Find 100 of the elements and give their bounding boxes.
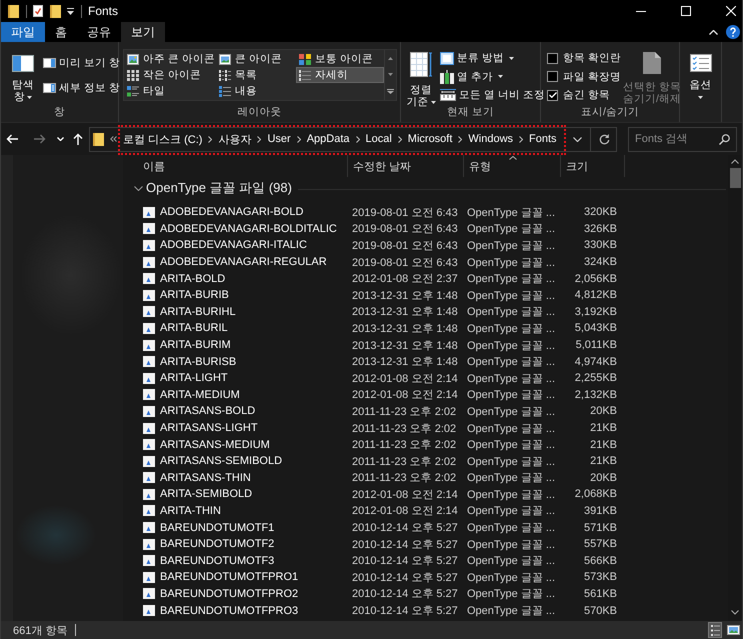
back-arrow-icon[interactable] bbox=[6, 134, 18, 144]
add-columns-button[interactable]: 열 추가 bbox=[440, 68, 545, 84]
preview-pane-button[interactable]: 미리 보기 창 bbox=[43, 55, 120, 71]
scroll-down-icon[interactable] bbox=[388, 72, 393, 76]
checkbox[interactable] bbox=[547, 71, 558, 82]
chevron-right-icon[interactable] bbox=[257, 136, 262, 142]
layout-option[interactable]: 보통 아이콘 bbox=[296, 51, 384, 67]
size-columns-button[interactable]: 모든 열 너비 조정 bbox=[440, 87, 545, 103]
minimize-icon[interactable] bbox=[636, 10, 646, 12]
ribbon-tab[interactable]: 홈 bbox=[45, 22, 77, 42]
file-name[interactable]: ARITASANS-SEMIBOLD bbox=[137, 455, 348, 468]
file-name[interactable]: ARITA-BURISB bbox=[137, 356, 348, 368]
file-name[interactable]: ADOBEDEVANAGARI-BOLD bbox=[137, 206, 348, 218]
file-name[interactable]: BAREUNDOTUMOTFPRO3 bbox=[137, 604, 348, 617]
checkbox[interactable] bbox=[547, 90, 558, 100]
checkbox-label[interactable]: 숨긴 항목 bbox=[563, 88, 610, 102]
chevron-right-icon[interactable] bbox=[208, 136, 212, 142]
breadcrumb[interactable]: 로컬 디스크 (C:) bbox=[123, 132, 202, 146]
file-name[interactable]: BAREUNDOTUMOTF2 bbox=[137, 538, 348, 550]
file-name[interactable]: ADOBEDEVANAGARI-REGULAR bbox=[137, 256, 348, 268]
layout-option[interactable]: 작은 아이콘 bbox=[124, 67, 216, 83]
file-name[interactable]: ARITA-BURIL bbox=[137, 322, 348, 334]
file-name[interactable]: ARITA-BOLD bbox=[137, 272, 348, 285]
chevron-down-icon[interactable] bbox=[134, 186, 143, 190]
layout-option[interactable]: 아주 큰 아이콘 bbox=[124, 51, 216, 67]
customize-dropdown-icon[interactable] bbox=[67, 8, 74, 14]
folder-icon[interactable] bbox=[50, 4, 61, 18]
file-name[interactable]: ARITASANS-MEDIUM bbox=[137, 438, 348, 451]
breadcrumb[interactable]: Microsoft bbox=[408, 133, 452, 145]
file-name[interactable]: BAREUNDOTUMOTF1 bbox=[137, 522, 348, 534]
file-name[interactable]: ARITASANS-LIGHT bbox=[137, 422, 348, 434]
file-name[interactable]: ARITA-THIN bbox=[137, 504, 348, 517]
folder-icon[interactable] bbox=[8, 4, 19, 18]
file-name[interactable]: ARITA-BURIM bbox=[137, 339, 348, 352]
layout-option[interactable]: 타일 bbox=[124, 83, 216, 99]
group-by-button[interactable]: 분류 방법 bbox=[440, 50, 545, 66]
column-header[interactable]: 수정한 날짜 bbox=[348, 155, 464, 177]
help-icon[interactable] bbox=[726, 25, 740, 39]
properties-icon[interactable] bbox=[33, 5, 43, 17]
chevron-right-icon[interactable] bbox=[296, 136, 301, 142]
chevron-right-icon[interactable] bbox=[356, 136, 360, 142]
search-icon[interactable] bbox=[719, 134, 730, 144]
sort-by-button[interactable]: 정렬 기준 bbox=[405, 50, 437, 108]
file-name[interactable]: BAREUNDOTUMOTF3 bbox=[137, 554, 348, 567]
double-chevron-icon[interactable] bbox=[110, 136, 117, 142]
layout-option[interactable]: 자세히 bbox=[296, 67, 384, 83]
file-name[interactable]: BAREUNDOTUMOTFPRO1 bbox=[137, 571, 348, 584]
details-pane-button[interactable]: 세부 정보 창 bbox=[43, 80, 120, 96]
file-size: 573KB bbox=[582, 571, 618, 584]
column-header[interactable]: 유형 bbox=[464, 155, 561, 177]
file-name[interactable]: ADOBEDEVANAGARI-BOLDITALIC bbox=[137, 222, 348, 235]
chevron-right-icon[interactable] bbox=[398, 136, 402, 142]
options-button[interactable]: 옵션 bbox=[680, 50, 721, 99]
layout-option[interactable]: 내용 bbox=[216, 83, 296, 99]
file-name[interactable]: ARITA-MEDIUM bbox=[137, 388, 348, 401]
checkbox[interactable] bbox=[547, 52, 558, 64]
file-name[interactable]: ARITA-BURIHL bbox=[137, 306, 348, 318]
group-title[interactable]: OpenType 글꼴 파일 (98) bbox=[146, 179, 292, 197]
gallery-expand-icon[interactable] bbox=[387, 88, 394, 94]
file-name[interactable]: ARITA-BURIB bbox=[137, 289, 348, 302]
chevron-right-icon[interactable] bbox=[519, 136, 524, 142]
scroll-up-icon[interactable] bbox=[731, 159, 739, 164]
file-name[interactable]: ADOBEDEVANAGARI-ITALIC bbox=[137, 239, 348, 252]
checkbox-label[interactable]: 파일 확장명 bbox=[563, 70, 621, 84]
layout-option[interactable]: 목록 bbox=[216, 67, 296, 83]
group-caption: 현재 보기 bbox=[446, 105, 495, 120]
refresh-icon[interactable] bbox=[599, 134, 610, 144]
breadcrumb[interactable]: AppData bbox=[306, 133, 350, 145]
maximize-icon[interactable] bbox=[681, 6, 691, 16]
chevron-right-icon[interactable] bbox=[458, 136, 462, 142]
search-field[interactable]: Fonts 검색 bbox=[628, 126, 737, 152]
modified-date: 2019-08-01 오전 6:43 bbox=[351, 238, 459, 253]
breadcrumb[interactable]: Windows bbox=[468, 133, 514, 145]
breadcrumb[interactable]: User bbox=[267, 133, 291, 145]
collapse-ribbon-icon[interactable] bbox=[709, 30, 718, 34]
breadcrumb[interactable]: 사용자 bbox=[218, 132, 252, 146]
breadcrumb[interactable]: Fonts bbox=[529, 133, 557, 145]
close-icon[interactable] bbox=[726, 6, 736, 16]
ribbon-tab[interactable]: 공유 bbox=[77, 22, 121, 42]
file-name[interactable]: ARITA-LIGHT bbox=[137, 372, 348, 384]
layout-option[interactable]: 큰 아이콘 bbox=[216, 51, 296, 67]
scroll-down-icon[interactable] bbox=[731, 610, 739, 615]
column-header[interactable]: 크기 bbox=[561, 155, 625, 177]
details-view-button[interactable] bbox=[708, 622, 722, 638]
file-name[interactable]: ARITASANS-BOLD bbox=[137, 405, 348, 418]
file-name[interactable]: ARITA-SEMIBOLD bbox=[137, 488, 348, 500]
scrollbar-thumb[interactable] bbox=[730, 168, 740, 188]
large-icons-view-button[interactable] bbox=[726, 622, 740, 638]
ribbon-tab[interactable]: 파일 bbox=[1, 22, 45, 42]
breadcrumb[interactable]: Local bbox=[366, 133, 392, 145]
navigation-pane-button[interactable]: 탐색 창 bbox=[7, 50, 39, 103]
file-name[interactable]: BAREUNDOTUMOTFPRO2 bbox=[137, 588, 348, 600]
file-name[interactable]: ARITASANS-THIN bbox=[137, 472, 348, 484]
recent-locations-icon[interactable] bbox=[57, 137, 64, 141]
up-arrow-icon[interactable] bbox=[73, 133, 83, 145]
column-header[interactable]: 이름 bbox=[137, 155, 348, 177]
scroll-up-icon[interactable] bbox=[388, 56, 393, 60]
checkbox-label[interactable]: 항목 확인란 bbox=[563, 51, 621, 65]
ribbon-tab[interactable]: 보기 bbox=[121, 22, 165, 42]
dropdown-caret-icon[interactable] bbox=[573, 136, 582, 142]
